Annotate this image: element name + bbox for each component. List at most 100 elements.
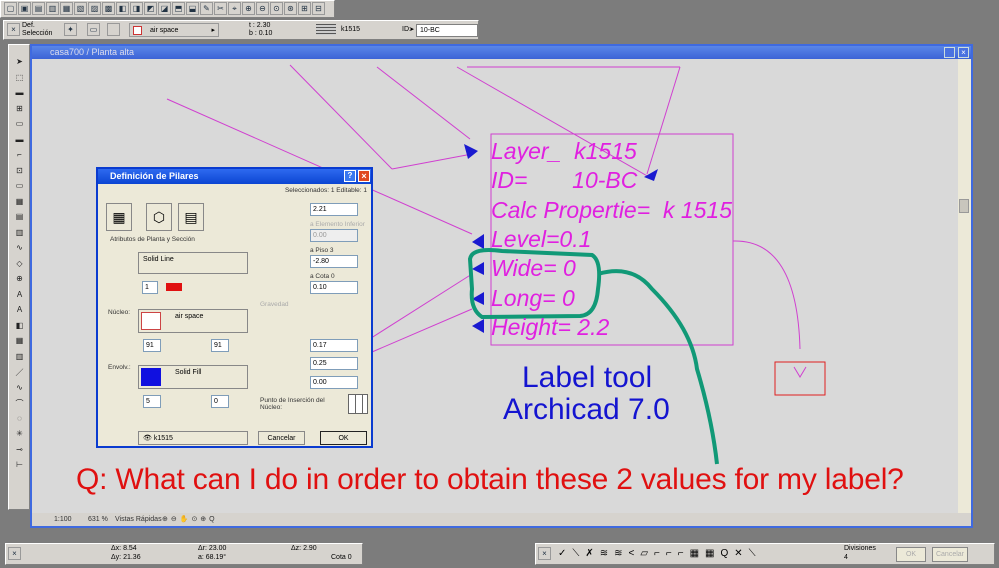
toolbox-tool-icon[interactable]: ▦ [11,336,28,348]
pen-color-red[interactable] [166,283,182,291]
toolbox-tool-icon[interactable]: ▥ [11,228,28,240]
close-button[interactable]: × [958,47,969,58]
pen-a-field[interactable]: 91 [143,339,161,352]
toolbar-button-icon[interactable]: ◧ [116,2,129,15]
vertical-scrollbar[interactable] [958,59,971,515]
pen-b-field[interactable]: 91 [211,339,229,352]
pen-c-field[interactable]: 5 [143,395,161,408]
tab-listing[interactable]: ▤ [178,203,204,231]
toolbar-button-icon[interactable]: ⬓ [186,2,199,15]
scale-value[interactable]: 1:100 [54,513,72,526]
toolbox-tool-icon[interactable]: ⌒ [11,398,28,410]
pen-field[interactable]: 1 [142,281,158,294]
toolbox-tool-icon[interactable]: ◧ [11,321,28,333]
toolbox-tool-icon[interactable]: ▭ [11,181,28,193]
toolbar-button-icon[interactable]: ✎ [200,2,213,15]
toolbar-button-icon[interactable]: ◨ [130,2,143,15]
cota-dropdown[interactable]: Cota 0 [331,554,352,561]
toolbar-button-icon[interactable]: ⊟ [312,2,325,15]
label-line: Long= 0 [491,284,575,311]
toolbar-button-icon[interactable]: ◩ [144,2,157,15]
angle: a: 68.19° [198,554,227,561]
toolbox-tool-icon[interactable]: ⊸ [11,445,28,457]
toolbar-button-icon[interactable]: ⊖ [256,2,269,15]
toolbox-tool-icon[interactable]: ⌐ [11,150,28,162]
toolbar-button-icon[interactable]: ⬒ [172,2,185,15]
elev-field[interactable]: 0.10 [310,281,358,294]
toolbar-button-icon[interactable]: ⌖ [228,2,241,15]
snap-tools[interactable]: ✓⟍✗≋≋<▱⌐⌐⌐▦▦Q✕⟍ [558,548,762,559]
core-label: Núcleo: [108,309,131,316]
toolbar-button-icon[interactable]: ▢ [4,2,17,15]
toolbox-tool-icon[interactable]: ／ [11,367,28,379]
tab-plan[interactable]: ▦ [106,203,132,231]
floor-field[interactable]: -2.80 [310,255,358,268]
divisions-value[interactable]: 4 [844,554,848,561]
v2-field[interactable]: 0.25 [310,357,358,370]
control-ok-button: OK [896,547,926,562]
close-icon[interactable]: × [7,23,20,36]
id-field[interactable]: 10-BC [416,24,478,37]
dialog-close-button[interactable]: × [358,170,370,182]
insertion-grid[interactable] [348,394,368,414]
toolbox-tool-icon[interactable]: ⊢ [11,460,28,472]
toolbox-tool-icon[interactable]: ∿ [11,383,28,395]
toolbar-button-icon[interactable]: ▩ [102,2,115,15]
zoom-value[interactable]: 631 % [88,513,108,526]
tab-3d[interactable]: ⬡ [146,203,172,231]
line-type-dropdown[interactable]: Solid Line [138,252,248,274]
toolbox-tool-icon[interactable]: ▬ [11,135,28,147]
wrap-fill-value: Solid Fill [175,369,202,376]
toolbox-tool-icon[interactable]: Α [11,290,28,302]
toolbox-tool-icon[interactable]: ▥ [11,352,28,364]
minimize-button[interactable] [944,47,955,58]
ok-button[interactable]: OK [320,431,367,445]
toolbox-tool-icon[interactable]: ▤ [11,212,28,224]
toolbox-tool-icon[interactable]: ∿ [11,243,28,255]
close-icon[interactable]: × [538,547,551,560]
dz: Δz: 2.90 [291,545,317,552]
close-icon[interactable]: × [8,547,21,560]
bottom-value: b : 0.10 [249,30,273,37]
toolbar-button-icon[interactable]: ▧ [74,2,87,15]
help-button[interactable]: ? [344,170,356,182]
toolbox-tool-icon[interactable]: ◌ [11,414,28,426]
toolbar-button-icon[interactable]: ⊛ [284,2,297,15]
wrap-fill-dropdown[interactable]: Solid Fill [138,365,248,389]
toolbar-button-icon[interactable]: ▨ [88,2,101,15]
toolbar-button-icon[interactable]: ⊕ [242,2,255,15]
section-heading: Atributos de Planta y Sección [110,236,195,243]
toolbox-tool-icon[interactable]: ▦ [11,197,28,209]
toolbar-button-icon[interactable]: ▦ [60,2,73,15]
toolbox-tool-icon[interactable]: ➤ [11,57,28,69]
quick-views[interactable]: Vistas Rápidas [115,513,162,526]
toolbox-tool-icon[interactable]: ⊡ [11,166,28,178]
toolbar-button-icon[interactable]: ⊙ [270,2,283,15]
toolbar-button-icon[interactable]: ▤ [32,2,45,15]
toolbox-tool-icon[interactable]: ⊞ [11,104,28,116]
height-field[interactable]: 2.21 [310,203,358,216]
v1-field[interactable]: 0.17 [310,339,358,352]
pen-d-field[interactable]: 0 [211,395,229,408]
v3-field[interactable]: 0.00 [310,376,358,389]
toolbar-button-icon[interactable]: ◪ [158,2,171,15]
toolbox-tool-icon[interactable]: Α [11,305,28,317]
zoom-tools[interactable]: ⊕⊖✋⊙⊕Q [162,513,218,526]
toolbox-tool-icon[interactable]: ◇ [11,259,28,271]
toolbox-tool-icon[interactable]: ▭ [11,119,28,131]
fill-dropdown[interactable]: air space ▸ [129,23,219,37]
toolbar-button-icon[interactable]: ▥ [46,2,59,15]
column-icon[interactable]: ✦ [64,23,77,36]
window-title: casa700 / Planta alta × [32,46,971,59]
toolbar-button-icon[interactable]: ✂ [214,2,227,15]
layer-dropdown[interactable]: 👁 k1515 [138,431,248,445]
toolbox-tool-icon[interactable]: ▬ [11,88,28,100]
toolbar-button-icon[interactable]: ▣ [18,2,31,15]
toolbox-tool-icon[interactable]: ⊕ [11,274,28,286]
anchor-icon[interactable]: ▭ [87,23,100,36]
toolbar-button-icon[interactable]: ⊞ [298,2,311,15]
toolbox-tool-icon[interactable]: ✳ [11,429,28,441]
cancel-button[interactable]: Cancelar [258,431,305,445]
core-fill-dropdown[interactable]: air space [138,309,248,333]
toolbox-tool-icon[interactable]: ⬚ [11,73,28,85]
